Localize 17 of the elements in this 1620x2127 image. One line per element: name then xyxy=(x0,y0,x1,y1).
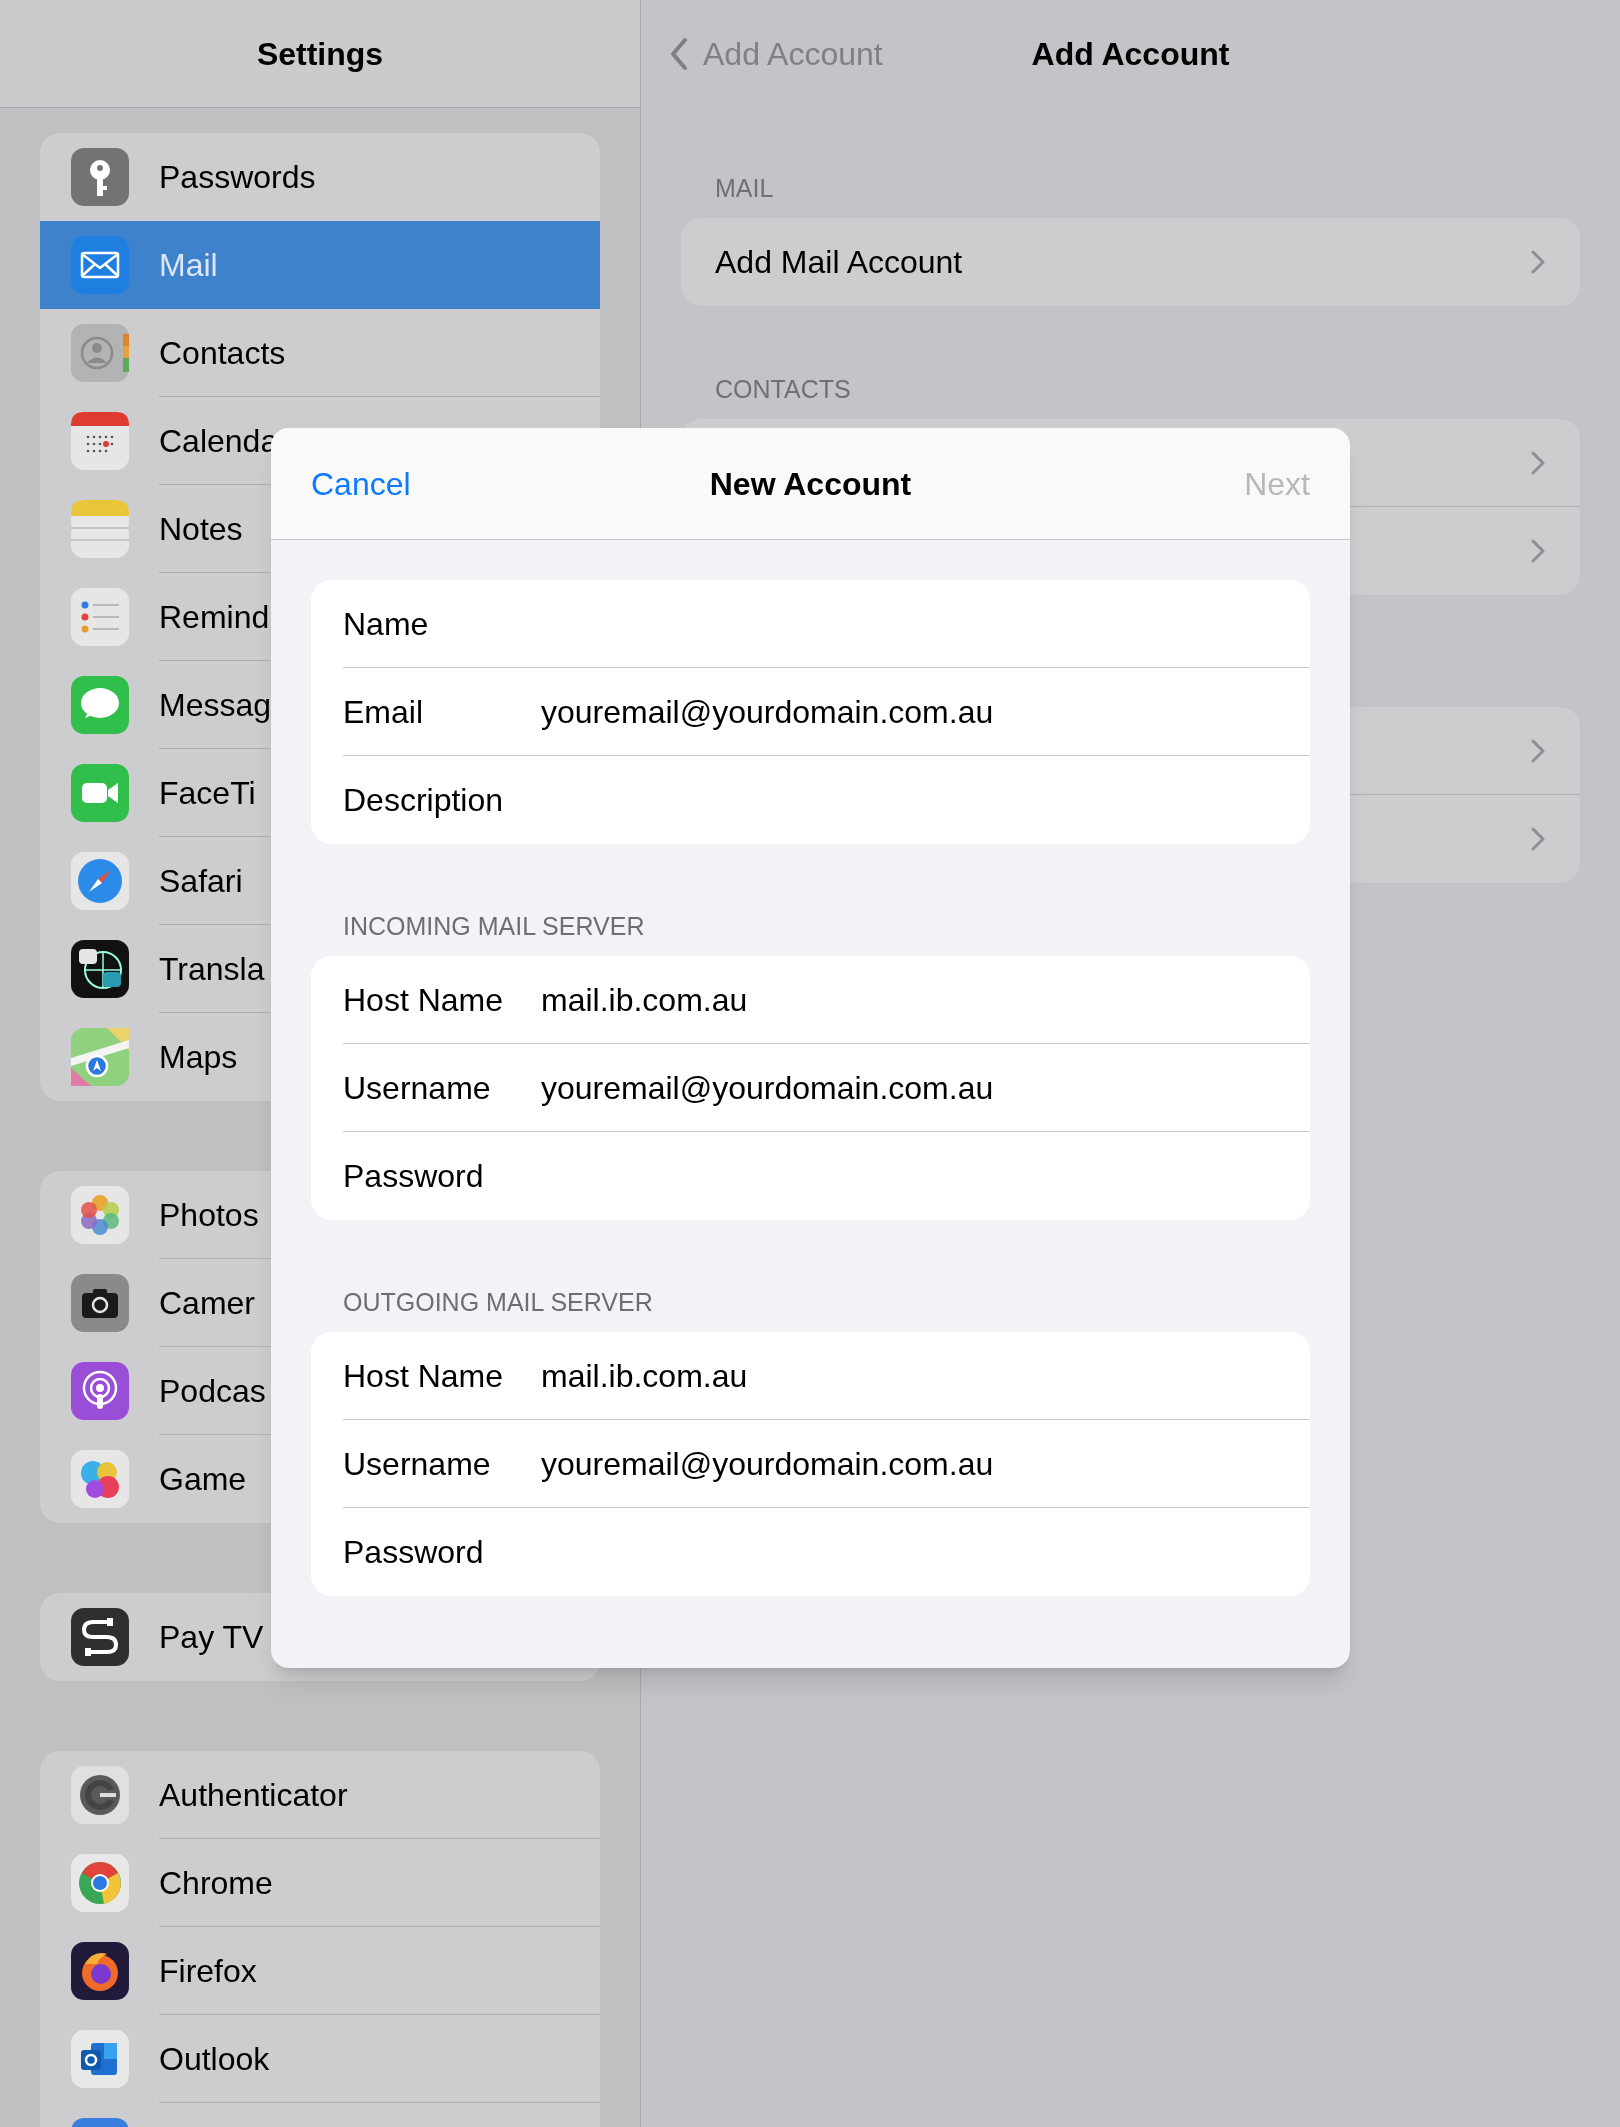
section-header: INCOMING MAIL SERVER xyxy=(342,911,646,941)
field-label: Name xyxy=(343,604,430,644)
field-label: Description xyxy=(343,781,505,820)
section-header: MAIL xyxy=(714,173,775,203)
field-label: Email xyxy=(343,692,424,732)
page-title: Add Account xyxy=(1031,35,1230,74)
field-label: Password xyxy=(343,1157,485,1196)
field-label: Host Name xyxy=(343,980,505,1020)
section-header: CONTACTS xyxy=(714,374,852,404)
field-label: Password xyxy=(343,1533,485,1572)
section-header: OUTGOING MAIL SERVER xyxy=(342,1287,654,1317)
sidebar-title: Settings xyxy=(256,34,384,74)
dialog-title: New Account xyxy=(709,464,912,504)
field-label: Host Name xyxy=(343,1356,505,1396)
next-button: Next xyxy=(1244,459,1310,508)
field-label: Username xyxy=(343,1444,492,1484)
field-label: Username xyxy=(343,1068,492,1108)
